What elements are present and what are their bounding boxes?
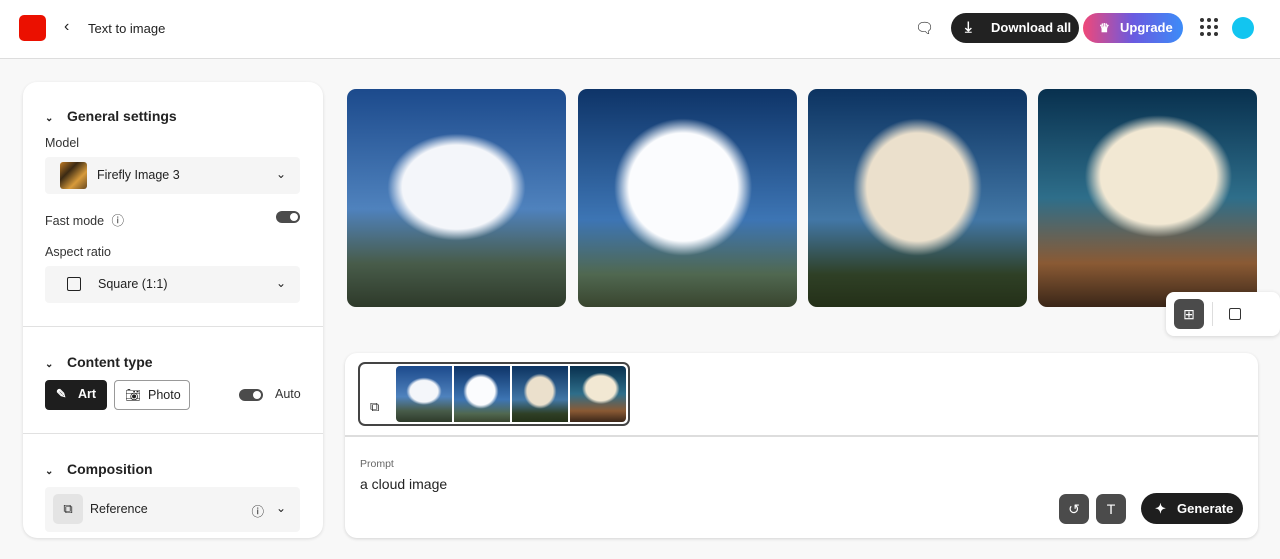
history-icon[interactable]: ↺: [1059, 494, 1089, 524]
auto-toggle[interactable]: [239, 389, 263, 401]
prompt-input[interactable]: a cloud image: [360, 476, 447, 492]
history-thumbnail[interactable]: [396, 366, 452, 422]
download-all-button[interactable]: ⤓ Download all: [951, 13, 1079, 43]
divider: [345, 435, 1258, 437]
generate-image-icon: ⧉: [370, 399, 380, 414]
upgrade-button[interactable]: ♛ Upgrade: [1083, 13, 1183, 43]
reference-row[interactable]: ⧉ Reference ⓘ ⌄: [45, 487, 300, 532]
prompt-suggestions-icon[interactable]: T: [1096, 494, 1126, 524]
art-button[interactable]: ✎ Art: [45, 380, 107, 410]
apps-grid-icon[interactable]: [1200, 18, 1218, 36]
history-thumbnail[interactable]: [512, 366, 568, 422]
grid-view-button[interactable]: ⊞: [1174, 299, 1204, 329]
generated-image-3[interactable]: [808, 89, 1027, 307]
feedback-icon[interactable]: 🗨: [915, 19, 934, 37]
model-select[interactable]: Firefly Image 3 ⌄: [45, 157, 300, 194]
prompt-label: Prompt: [360, 458, 394, 470]
content-type-toggle[interactable]: ⌄ Content type: [45, 354, 153, 370]
fast-mode-toggle[interactable]: [276, 211, 300, 223]
general-settings-toggle[interactable]: ⌄ General settings: [45, 108, 177, 124]
info-icon: ⓘ: [251, 505, 264, 519]
back-chevron-icon[interactable]: ‹: [64, 18, 69, 36]
adobe-logo[interactable]: [19, 15, 46, 41]
generated-image-4[interactable]: [1038, 89, 1257, 307]
avatar[interactable]: [1232, 17, 1254, 39]
aspect-ratio-label: Aspect ratio: [45, 245, 112, 259]
history-thumbnail[interactable]: [570, 366, 626, 422]
view-toggle: ⊞: [1166, 292, 1280, 336]
single-view-button[interactable]: [1229, 308, 1241, 320]
auto-label: Auto: [275, 387, 301, 401]
generate-button[interactable]: ✦ Generate: [1141, 493, 1243, 524]
prompt-panel: ⧉ Prompt a cloud image ↺ T ✦ Generate: [345, 353, 1258, 538]
page-title: Text to image: [88, 21, 166, 36]
camera-icon: 📷︎: [125, 388, 141, 402]
brush-icon: ✎: [56, 387, 67, 401]
top-bar: ‹ Text to image 🗨 ⤓ Download all ♛ Upgrade: [0, 0, 1280, 59]
chevron-down-icon: ⌄: [45, 113, 54, 124]
model-thumbnail: [60, 162, 87, 189]
divider: [1212, 302, 1213, 326]
chevron-down-icon: ⌄: [275, 501, 286, 515]
reference-image-icon: ⧉: [53, 494, 83, 524]
generation-history-strip[interactable]: ⧉: [358, 362, 630, 426]
settings-panel: ⌄ General settings Model Firefly Image 3 ⌄…: [23, 82, 323, 538]
crown-icon: ♛: [1099, 21, 1110, 35]
sparkle-icon: ✦: [1155, 501, 1166, 516]
info-icon: ⓘ: [111, 214, 125, 228]
chevron-down-icon: ⌄: [275, 167, 286, 181]
divider: [23, 326, 323, 327]
divider: [23, 433, 323, 434]
chevron-down-icon: ⌄: [45, 359, 54, 370]
chevron-down-icon: ⌄: [275, 276, 286, 290]
square-icon: [67, 277, 81, 291]
photo-button[interactable]: 📷︎ Photo: [114, 380, 190, 410]
fast-mode-label: Fast mode ⓘ: [45, 214, 125, 228]
model-label: Model: [45, 136, 80, 150]
chevron-down-icon: ⌄: [45, 466, 54, 477]
aspect-ratio-select[interactable]: Square (1:1) ⌄: [45, 266, 300, 303]
composition-toggle[interactable]: ⌄ Composition: [45, 461, 153, 477]
generated-image-2[interactable]: [578, 89, 797, 307]
history-thumbnail[interactable]: [454, 366, 510, 422]
generated-image-1[interactable]: [347, 89, 566, 307]
download-icon: ⤓: [965, 19, 972, 36]
